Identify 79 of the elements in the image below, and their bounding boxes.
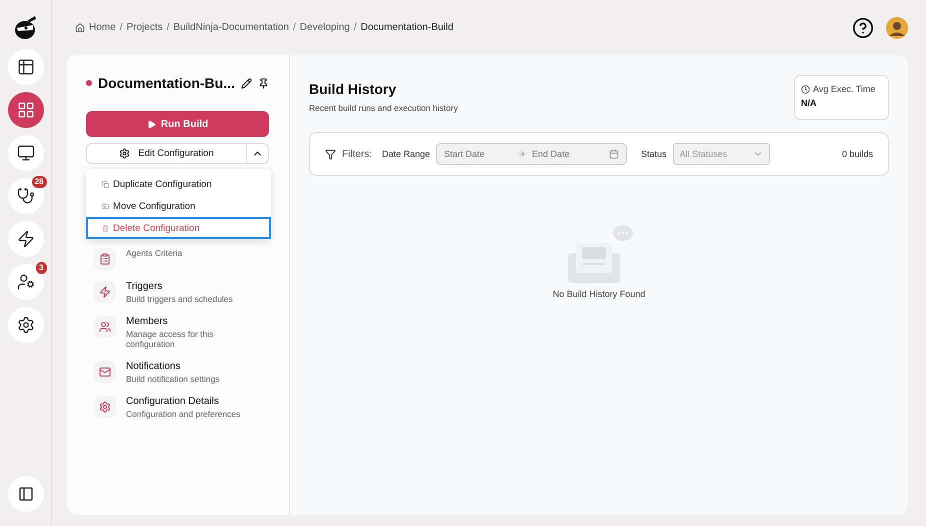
pin-icon[interactable]: [258, 78, 269, 88]
zap-icon: [16, 230, 34, 248]
nav-subtitle: Manage access for this configuration: [126, 328, 214, 350]
section-title: Build History: [309, 81, 398, 97]
start-date-input[interactable]: Start Date: [444, 149, 512, 159]
build-count: 0 builds: [842, 149, 873, 159]
play-icon: [146, 120, 156, 128]
nav-title[interactable]: Notifications: [126, 360, 256, 372]
panel-icon: [18, 486, 34, 502]
agents-icon: [99, 253, 111, 265]
settings-icon: [119, 148, 130, 159]
breadcrumb-separator: /: [166, 22, 170, 33]
breadcrumb-separator: /: [354, 22, 357, 33]
monitor-icon: [16, 144, 34, 162]
nav-subtitle: Configuration and preferences: [126, 408, 242, 420]
calendar-icon: [609, 149, 620, 159]
settings-nav-button[interactable]: [8, 307, 44, 343]
nav-icon-tile[interactable]: [94, 396, 116, 418]
table-nav-button[interactable]: [8, 49, 44, 85]
breadcrumb-link[interactable]: Home: [89, 22, 116, 33]
nav-title[interactable]: Configuration Details: [126, 396, 256, 406]
mail-icon: [99, 366, 111, 378]
home-icon: [75, 22, 85, 32]
count-badge: 28: [32, 176, 46, 188]
nav-icon-tile[interactable]: [94, 248, 116, 270]
date-range-label: Date Range: [382, 149, 430, 159]
gear-icon: [99, 400, 111, 412]
zap-icon: [99, 286, 111, 298]
status-dot: [86, 80, 92, 86]
section-subtitle: Recent build runs and execution history: [309, 103, 458, 113]
edit-configuration-button[interactable]: Edit Configuration: [86, 143, 247, 164]
grid-nav-button[interactable]: [8, 92, 44, 128]
breadcrumb-link[interactable]: Documentation-Build: [360, 22, 454, 33]
ninja-logo-icon: [12, 14, 38, 40]
count-badge: 3: [36, 262, 46, 274]
nav-icon-tile[interactable]: [94, 360, 116, 383]
avatar[interactable]: [886, 16, 908, 38]
branch-nav-button[interactable]: 28: [8, 178, 44, 214]
nav-subtitle: Agents Criteria: [126, 248, 184, 259]
user-icon: [16, 273, 34, 291]
clock-icon: [801, 84, 810, 94]
trash-icon: [102, 224, 109, 232]
menu-item[interactable]: Duplicate Configuration: [86, 173, 271, 195]
filters-label: Filters:: [342, 148, 372, 160]
filter-icon: [325, 148, 336, 160]
monitor-nav-button[interactable]: [8, 135, 44, 171]
arrow-icon: [518, 150, 526, 158]
sidebar-toggle-button[interactable]: [8, 476, 44, 512]
help-icon[interactable]: [852, 16, 874, 38]
end-date-input[interactable]: End Date: [532, 149, 600, 159]
breadcrumb-link[interactable]: Projects: [126, 22, 163, 33]
breadcrumb-separator: /: [293, 22, 296, 33]
empty-message: No Build History Found: [552, 289, 646, 299]
breadcrumb-separator: /: [120, 22, 122, 33]
breadcrumb-link[interactable]: BuildNinja-Documentation: [173, 22, 289, 33]
run-build-button[interactable]: Run Build: [86, 111, 269, 137]
copy-icon: [102, 180, 109, 188]
nav-subtitle: Build notification settings: [126, 374, 221, 384]
users-icon: [99, 320, 111, 333]
stat-value: N/A: [801, 98, 818, 108]
grid-icon: [16, 101, 34, 119]
breadcrumb-link[interactable]: Developing: [300, 22, 350, 33]
menu-toggle-button[interactable]: [247, 143, 269, 164]
zap-nav-button[interactable]: [8, 221, 44, 257]
nav-icon-tile[interactable]: [94, 281, 116, 303]
status-label: Status: [641, 149, 667, 159]
nav-icon-tile[interactable]: [94, 316, 116, 338]
menu-item[interactable]: Delete Configuration: [86, 217, 271, 239]
settings-icon: [16, 316, 34, 334]
folder-icon: [102, 202, 109, 210]
nav-title[interactable]: Triggers: [126, 281, 256, 292]
configuration-title: Documentation-Bu...: [98, 75, 235, 91]
date-range-field[interactable]: Start Date End Date: [436, 143, 628, 165]
menu-item[interactable]: Move Configuration: [86, 195, 271, 217]
nav-subtitle: Build triggers and schedules: [126, 294, 234, 305]
nav-title[interactable]: Members: [126, 316, 256, 327]
edit-icon[interactable]: [241, 78, 252, 88]
stat-label: Avg Exec. Time: [813, 84, 876, 94]
table-icon: [16, 58, 34, 76]
